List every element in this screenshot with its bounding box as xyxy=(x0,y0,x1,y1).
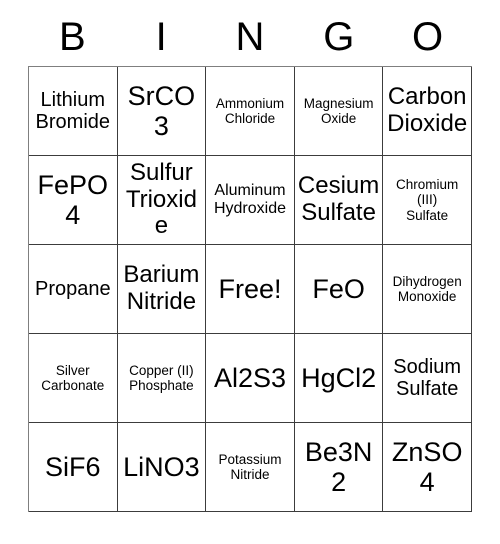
bingo-cell[interactable]: Sodium Sulfate xyxy=(383,334,472,423)
bingo-header-row: B I N G O xyxy=(28,8,472,66)
bingo-cell-label: Chromium (III) Sulfate xyxy=(396,177,459,223)
bingo-cell[interactable]: Dihydrogen Monoxide xyxy=(383,245,472,334)
bingo-cell[interactable]: Be3N2 xyxy=(294,423,384,512)
bingo-cell-label: Lithium Bromide xyxy=(35,88,111,133)
bingo-cell-label: Free! xyxy=(218,273,282,304)
bingo-cell[interactable]: Lithium Bromide xyxy=(29,67,118,156)
bingo-cell-label: Barium Nitride xyxy=(123,261,200,315)
bingo-cell-label: Cesium Sulfate xyxy=(297,172,380,226)
bingo-cell[interactable]: ZnSO4 xyxy=(383,423,472,512)
bingo-cell[interactable]: Silver Carbonate xyxy=(29,334,118,423)
bingo-cell-label: FeO xyxy=(312,273,365,304)
bingo-header-letter-o: O xyxy=(412,15,444,59)
bingo-header-letter-i: I xyxy=(155,15,167,59)
bingo-cell-label: HgCl2 xyxy=(301,362,377,393)
bingo-cell[interactable]: Ammonium Chloride xyxy=(206,67,295,156)
bingo-cell[interactable]: FePO4 xyxy=(29,156,118,245)
bingo-cell-label: Ammonium Chloride xyxy=(215,95,285,126)
bingo-cell[interactable]: LiNO3 xyxy=(117,423,207,512)
bingo-cell[interactable]: Propane xyxy=(29,245,118,334)
bingo-cell[interactable]: Copper (II) Phosphate xyxy=(117,334,207,423)
bingo-cell[interactable]: FeO xyxy=(294,245,384,334)
bingo-cell-label: Magnesium Oxide xyxy=(303,95,374,126)
bingo-cell-label: Propane xyxy=(34,277,111,300)
bingo-cell-label: Silver Carbonate xyxy=(41,362,105,393)
bingo-cell[interactable]: Al2S3 xyxy=(206,334,295,423)
bingo-header-letter-g: G xyxy=(323,15,355,59)
bingo-cell[interactable]: Cesium Sulfate xyxy=(294,156,384,245)
bingo-cell-label: Carbon Dioxide xyxy=(387,83,468,137)
bingo-cell-label: Dihydrogen Monoxide xyxy=(392,273,462,304)
bingo-cell-label: ZnSO4 xyxy=(391,436,463,497)
bingo-cell-label: Sulfur Trioxide xyxy=(125,158,197,240)
bingo-cell[interactable]: Magnesium Oxide xyxy=(294,67,384,156)
bingo-cell-label: Aluminum Hydroxide xyxy=(213,182,286,217)
bingo-cell-label: LiNO3 xyxy=(123,451,200,482)
bingo-cell[interactable]: Carbon Dioxide xyxy=(383,67,472,156)
bingo-card: B I N G O Lithium Bromide SrCO3 Ammonium… xyxy=(28,8,472,512)
bingo-header-letter-b: B xyxy=(59,15,86,59)
bingo-cell[interactable]: Chromium (III) Sulfate xyxy=(383,156,472,245)
bingo-cell-label: FePO4 xyxy=(37,169,109,230)
bingo-cell[interactable]: HgCl2 xyxy=(294,334,384,423)
bingo-cell[interactable]: SiF6 xyxy=(29,423,118,512)
bingo-cell-label: Potassium Nitride xyxy=(218,451,282,482)
bingo-cell-free[interactable]: Free! xyxy=(206,245,295,334)
bingo-cell-label: SrCO3 xyxy=(127,80,196,141)
bingo-cell[interactable]: Barium Nitride xyxy=(117,245,207,334)
bingo-cell-label: Sodium Sulfate xyxy=(393,355,462,400)
bingo-cell[interactable]: Sulfur Trioxide xyxy=(117,156,207,245)
bingo-cell-label: SiF6 xyxy=(45,451,101,482)
bingo-cell[interactable]: Aluminum Hydroxide xyxy=(206,156,295,245)
bingo-cell-label: Be3N2 xyxy=(304,436,373,497)
bingo-grid: Lithium Bromide SrCO3 Ammonium Chloride … xyxy=(28,66,472,512)
bingo-header-letter-n: N xyxy=(235,15,265,59)
bingo-cell[interactable]: Potassium Nitride xyxy=(206,423,295,512)
bingo-cell-label: Copper (II) Phosphate xyxy=(129,362,194,393)
bingo-cell[interactable]: SrCO3 xyxy=(117,67,207,156)
bingo-cell-label: Al2S3 xyxy=(213,362,287,393)
